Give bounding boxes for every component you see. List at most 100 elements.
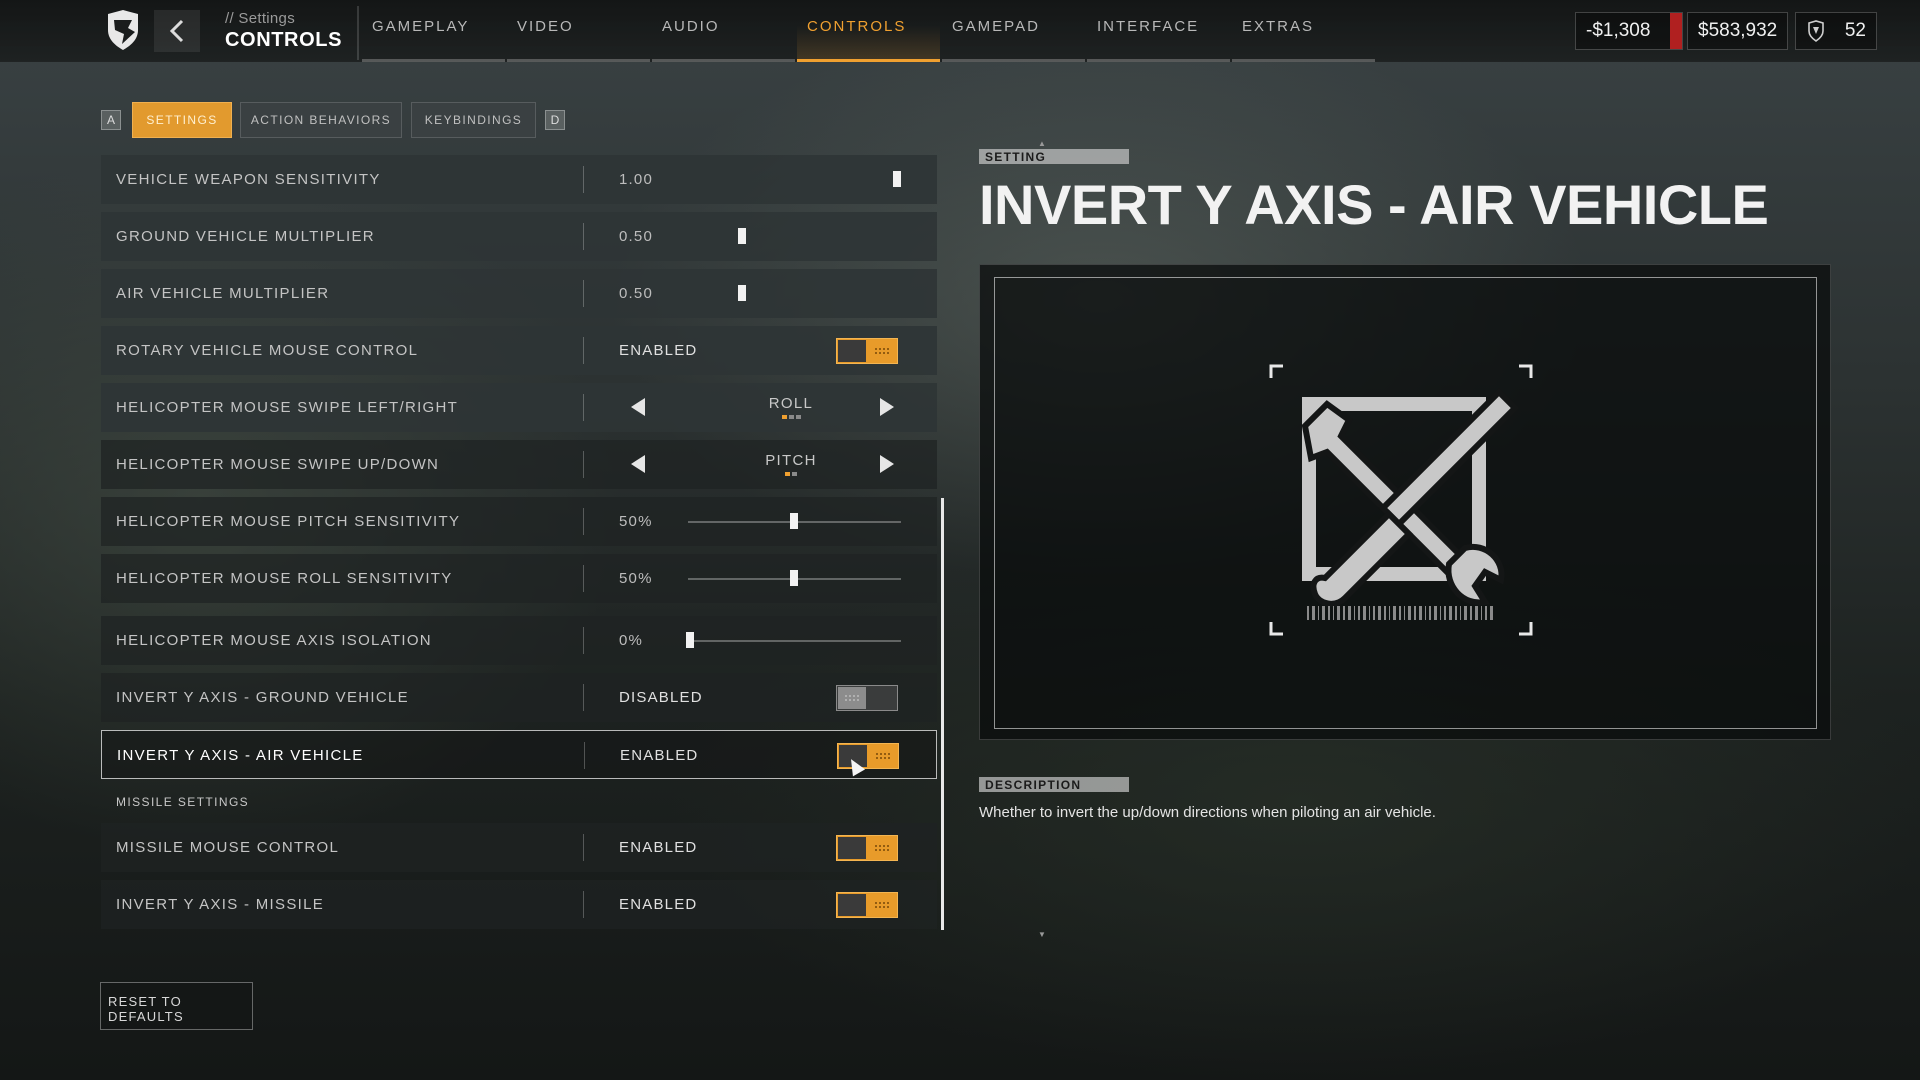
tab-extras[interactable]: EXTRAS — [1232, 0, 1375, 62]
row-divider — [583, 834, 584, 861]
setting-row[interactable]: GROUND VEHICLE MULTIPLIER 0.50 — [101, 212, 937, 261]
grip-icon — [875, 348, 889, 354]
toggle-switch[interactable] — [836, 835, 898, 861]
rank-value: 52 — [1844, 20, 1866, 41]
setting-value: 0% — [619, 632, 644, 649]
key-hint-right: D — [545, 110, 565, 130]
setting-tag: SETTING — [979, 149, 1129, 164]
setting-row[interactable]: HELICOPTER MOUSE PITCH SENSITIVITY 50% — [101, 497, 937, 546]
setting-row[interactable]: AIR VEHICLE MULTIPLIER 0.50 — [101, 269, 937, 318]
row-divider — [583, 508, 584, 535]
setting-label: VEHICLE WEAPON SENSITIVITY — [116, 171, 381, 188]
setting-value: 0.50 — [619, 228, 653, 245]
chevron-left-icon — [169, 19, 184, 43]
grip-icon — [875, 902, 889, 908]
setting-label: INVERT Y AXIS - AIR VEHICLE — [117, 747, 364, 764]
subtab-settings[interactable]: SETTINGS — [132, 102, 232, 138]
setting-value: ENABLED — [619, 896, 698, 913]
subtab-keybindings[interactable]: KEYBINDINGS — [411, 102, 536, 138]
slider-thumb[interactable] — [738, 228, 746, 244]
setting-description: Whether to invert the up/down directions… — [979, 804, 1436, 821]
reset-to-defaults-button[interactable]: RESET TO DEFAULTS — [100, 982, 253, 1030]
description-tag: DESCRIPTION — [979, 777, 1129, 792]
slider-track[interactable] — [688, 640, 901, 642]
toggle-knob — [838, 894, 866, 916]
carousel-value: PITCH — [701, 452, 881, 476]
setting-label: INVERT Y AXIS - MISSILE — [116, 896, 325, 913]
row-divider — [583, 223, 584, 250]
scroll-down-icon[interactable]: ▼ — [1038, 930, 1048, 939]
key-hint-left: A — [101, 110, 121, 130]
page-title: CONTROLS — [225, 29, 343, 51]
tab-audio[interactable]: AUDIO — [652, 0, 795, 62]
toggle-switch[interactable] — [836, 892, 898, 918]
cash-counter: $583,932 — [1687, 12, 1788, 50]
setting-row[interactable]: ROTARY VEHICLE MOUSE CONTROL ENABLED — [101, 326, 937, 375]
arrow-left-icon[interactable] — [631, 398, 645, 416]
setting-row[interactable]: VEHICLE WEAPON SENSITIVITY 1.00 — [101, 155, 937, 204]
option-pips — [701, 415, 881, 419]
slider-thumb[interactable] — [790, 570, 798, 586]
row-divider — [584, 742, 585, 769]
setting-row[interactable]: INVERT Y AXIS - GROUND VEHICLE DISABLED — [101, 673, 937, 722]
main-tabs: GAMEPLAY VIDEO AUDIO CONTROLS GAMEPAD IN… — [362, 0, 1377, 62]
setting-label: HELICOPTER MOUSE SWIPE UP/DOWN — [116, 456, 440, 473]
arrow-right-icon[interactable] — [880, 455, 894, 473]
setting-row[interactable]: HELICOPTER MOUSE SWIPE LEFT/RIGHT ROLL — [101, 383, 937, 432]
arrow-right-icon[interactable] — [880, 398, 894, 416]
arrow-left-icon[interactable] — [631, 455, 645, 473]
setting-row[interactable]: HELICOPTER MOUSE AXIS ISOLATION 0% — [101, 616, 937, 665]
toggle-switch[interactable] — [836, 338, 898, 364]
row-divider — [583, 451, 584, 478]
row-divider — [583, 684, 584, 711]
debt-value: -$1,308 — [1586, 20, 1651, 41]
setting-label: ROTARY VEHICLE MOUSE CONTROL — [116, 342, 419, 359]
setting-value: PITCH — [765, 452, 817, 469]
toggle-switch[interactable] — [836, 685, 898, 711]
back-button[interactable] — [154, 10, 200, 52]
rank-counter: 52 — [1795, 12, 1877, 50]
toggle-knob — [838, 837, 866, 859]
section-heading: MISSILE SETTINGS — [116, 795, 250, 809]
setting-row[interactable]: HELICOPTER MOUSE SWIPE UP/DOWN PITCH — [101, 440, 937, 489]
tab-controls[interactable]: CONTROLS — [797, 0, 940, 62]
scrollbar[interactable] — [941, 498, 944, 930]
setting-label: HELICOPTER MOUSE ROLL SENSITIVITY — [116, 570, 453, 587]
setting-value: DISABLED — [619, 689, 703, 706]
row-divider — [583, 565, 584, 592]
scroll-up-icon[interactable]: ▲ — [1038, 139, 1048, 148]
row-divider — [583, 627, 584, 654]
setting-row[interactable]: INVERT Y AXIS - MISSILE ENABLED — [101, 880, 937, 929]
tab-gamepad[interactable]: GAMEPAD — [942, 0, 1085, 62]
row-divider — [583, 166, 584, 193]
setting-value: ENABLED — [620, 747, 699, 764]
rank-shield-icon — [1808, 20, 1824, 42]
cash-value: $583,932 — [1698, 20, 1778, 41]
setting-row[interactable]: HELICOPTER MOUSE ROLL SENSITIVITY 50% — [101, 554, 937, 603]
slider-thumb[interactable] — [686, 632, 694, 648]
grip-icon — [845, 695, 859, 701]
row-divider — [583, 337, 584, 364]
breadcrumb-parent: // Settings — [225, 10, 296, 27]
subtab-action-behaviors[interactable]: ACTION BEHAVIORS — [240, 102, 402, 138]
setting-value: ENABLED — [619, 342, 698, 359]
setting-label: HELICOPTER MOUSE PITCH SENSITIVITY — [116, 513, 461, 530]
setting-row[interactable]: MISSILE MOUSE CONTROL ENABLED — [101, 823, 937, 872]
slider-thumb[interactable] — [893, 171, 901, 187]
tab-gameplay[interactable]: GAMEPLAY — [362, 0, 505, 62]
row-divider — [583, 280, 584, 307]
setting-label: GROUND VEHICLE MULTIPLIER — [116, 228, 375, 245]
tab-interface[interactable]: INTERFACE — [1087, 0, 1230, 62]
setting-label: HELICOPTER MOUSE SWIPE LEFT/RIGHT — [116, 399, 459, 416]
setting-row-selected[interactable]: INVERT Y AXIS - AIR VEHICLE ENABLED — [101, 730, 937, 779]
slider-thumb[interactable] — [738, 285, 746, 301]
breadcrumb: // Settings CONTROLS — [225, 10, 342, 52]
setting-label: AIR VEHICLE MULTIPLIER — [116, 285, 330, 302]
tab-video[interactable]: VIDEO — [507, 0, 650, 62]
setting-label: MISSILE MOUSE CONTROL — [116, 839, 340, 856]
game-logo — [102, 8, 144, 52]
wrench-screwdriver-icon — [1269, 364, 1533, 636]
slider-thumb[interactable] — [790, 513, 798, 529]
setting-value: ENABLED — [619, 839, 698, 856]
debt-counter: -$1,308 — [1575, 12, 1683, 50]
